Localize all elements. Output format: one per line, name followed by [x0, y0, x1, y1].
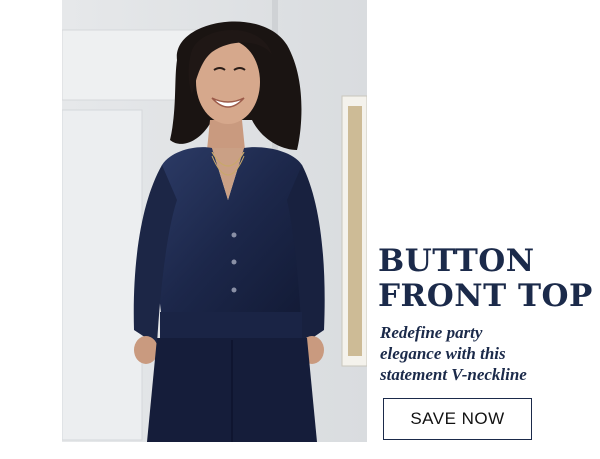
promo-subcopy: Redefine party elegance with this statem… — [380, 322, 590, 385]
subcopy-line-2: elegance with this — [380, 344, 506, 363]
subcopy-line-1: Redefine party — [380, 323, 483, 342]
headline-line-1: BUTTON — [378, 243, 535, 279]
subcopy-line-3: statement V-neckline — [380, 365, 527, 384]
hero-photo-woman-velvet-top — [62, 0, 367, 442]
headline-line-2: FRONT TOP — [378, 278, 593, 314]
save-now-button[interactable]: SAVE NOW — [383, 398, 532, 440]
promo-headline: BUTTON FRONT TOP — [378, 244, 593, 314]
